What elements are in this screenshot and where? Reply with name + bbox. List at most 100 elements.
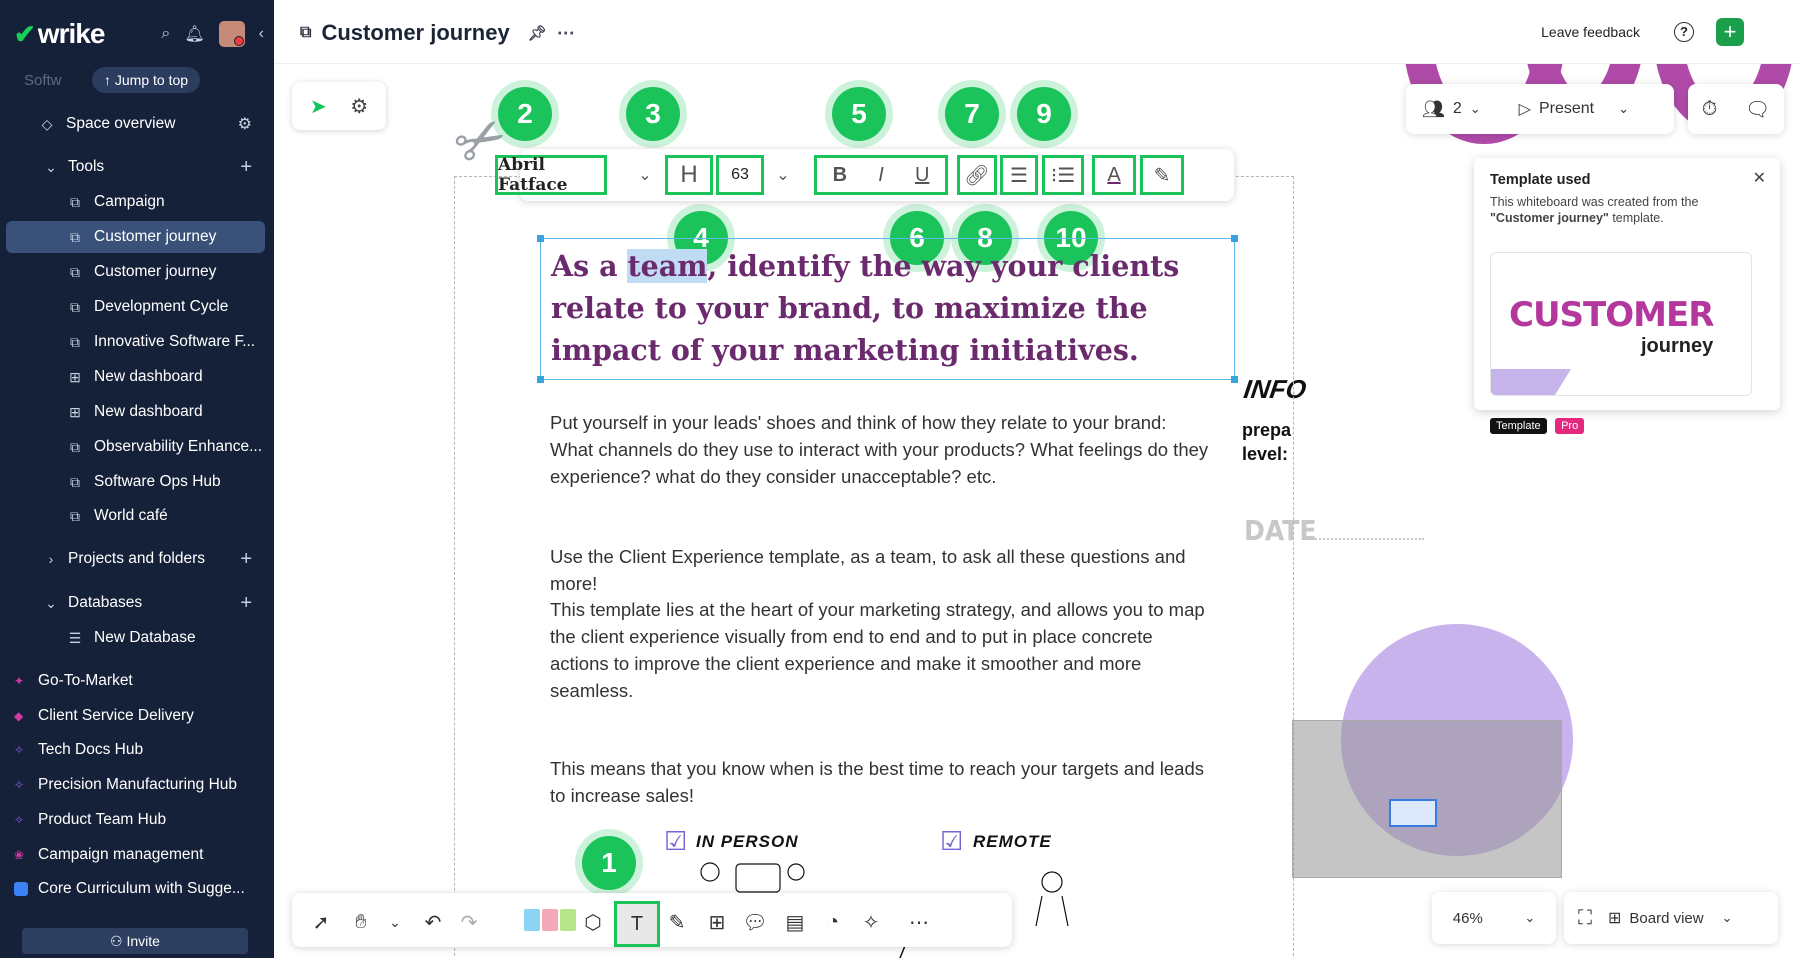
add-icon[interactable]: + xyxy=(240,592,252,615)
sidebar-item-tool[interactable]: ⧉ Innovative Software F... xyxy=(0,326,274,358)
collapse-sidebar-icon[interactable]: ‹ xyxy=(259,25,264,43)
chevron-down-icon[interactable]: ⌄ xyxy=(1470,101,1481,117)
body-paragraph[interactable]: This template lies at the heart of your … xyxy=(550,596,1210,704)
avatar[interactable] xyxy=(218,21,245,47)
underline-button[interactable]: U xyxy=(915,164,929,187)
chart-icon[interactable]: ◔ xyxy=(816,905,850,939)
board-view-button[interactable]: Board view xyxy=(1629,910,1703,927)
sidebar-item-tool-active[interactable]: ⧉ Customer journey xyxy=(6,221,265,253)
chevron-down-icon[interactable]: ⌄ xyxy=(1722,910,1733,926)
page-title[interactable]: Customer journey xyxy=(321,20,509,46)
resize-handle[interactable] xyxy=(1231,376,1238,383)
sidebar-space[interactable]: ✧ Tech Docs Hub xyxy=(0,734,274,766)
resize-handle[interactable] xyxy=(537,376,544,383)
chevron-down-icon[interactable]: ⌄ xyxy=(630,155,660,195)
list-button[interactable]: ⁝☰ xyxy=(1042,155,1084,195)
minimap-viewport[interactable] xyxy=(1389,799,1437,827)
more-tools-icon[interactable]: ⋯ xyxy=(902,905,936,939)
heading-text[interactable]: As a team, identify the way your clients… xyxy=(551,245,1223,371)
select-tool-icon[interactable]: ➚ xyxy=(304,905,338,939)
cursor-arrow-icon[interactable]: ➤ xyxy=(310,94,327,119)
sidebar-space[interactable]: ✦ Go-To-Market xyxy=(0,665,274,697)
align-button[interactable]: ☰ xyxy=(1000,155,1038,195)
present-button[interactable]: Present xyxy=(1539,100,1594,118)
comment-icon[interactable]: 💬︎ xyxy=(738,905,772,939)
add-icon[interactable]: + xyxy=(240,548,252,571)
close-icon[interactable]: ✕ xyxy=(1753,168,1766,188)
dashboard-icon: ⊞ xyxy=(69,368,81,385)
resize-handle[interactable] xyxy=(537,235,544,242)
wrike-logo[interactable]: wrike xyxy=(38,18,106,50)
template-thumbnail[interactable]: CUSTOMER journey xyxy=(1490,252,1752,396)
highlight-button[interactable]: ✎ xyxy=(1140,155,1184,195)
search-icon[interactable]: ⌕ xyxy=(161,25,170,43)
sticky-notes-tool[interactable] xyxy=(524,909,576,931)
font-size-input[interactable]: 63 xyxy=(716,155,764,195)
minimap[interactable] xyxy=(1292,720,1562,878)
jump-to-top-button[interactable]: ↑ Jump to top xyxy=(92,67,201,93)
sidebar-item-tool[interactable]: ⧉ Customer journey xyxy=(0,256,274,288)
sidebar-item-tool[interactable]: ⧉ World café xyxy=(0,500,274,532)
frame-icon[interactable]: ⛶ xyxy=(1578,907,1592,930)
link-button[interactable]: 🔗︎ xyxy=(957,155,997,195)
gear-icon[interactable]: ⚙ xyxy=(350,94,368,119)
sidebar-item-tool[interactable]: ⧉ Campaign xyxy=(0,186,274,218)
bell-icon[interactable]: 🔔︎ xyxy=(184,24,204,44)
create-new-button[interactable]: + xyxy=(1716,18,1744,46)
help-icon[interactable]: ? xyxy=(1674,22,1694,42)
callout-9: 9 xyxy=(1017,87,1071,141)
more-icon[interactable]: ⋯ xyxy=(557,23,575,44)
space-icon: ◆ xyxy=(14,709,24,723)
body-paragraph[interactable]: This means that you know when is the bes… xyxy=(550,755,1210,809)
chevron-down-icon[interactable]: ⌄ xyxy=(1618,101,1629,117)
add-icon[interactable]: + xyxy=(240,156,252,179)
sidebar-item-new-database[interactable]: ☰ New Database xyxy=(0,622,274,654)
invite-button[interactable]: ⚇ Invite xyxy=(22,928,248,954)
sidebar-item-tool[interactable]: ⧉ Observability Enhance... xyxy=(0,431,274,463)
undo-icon[interactable]: ↶ xyxy=(416,905,450,939)
sidebar-item-tools[interactable]: ⌄ Tools + xyxy=(0,151,274,183)
heading-text-box[interactable]: As a team, identify the way your clients… xyxy=(537,235,1238,383)
sidebar-space[interactable]: ✧ Product Team Hub xyxy=(0,804,274,836)
gear-icon[interactable]: ⚙ xyxy=(238,114,252,134)
italic-button[interactable]: I xyxy=(878,164,884,187)
bold-button[interactable]: B xyxy=(833,164,847,187)
table-icon[interactable]: ⊞ xyxy=(700,905,734,939)
redo-icon[interactable]: ↷ xyxy=(452,905,486,939)
chevron-down-icon[interactable]: ⌄ xyxy=(768,155,798,195)
comments-icon[interactable]: 🗨︎ xyxy=(1745,97,1770,122)
pen-icon[interactable]: ✎ xyxy=(660,905,694,939)
sidebar-space[interactable]: ❀ Campaign management xyxy=(0,839,274,871)
body-paragraph[interactable]: Put yourself in your leads' shoes and th… xyxy=(550,409,1210,490)
chevron-down-icon[interactable]: ⌄ xyxy=(378,905,412,939)
people-icon[interactable]: 👥︎ xyxy=(1422,99,1445,120)
ai-sparkle-icon[interactable]: ✧ xyxy=(854,905,888,939)
whiteboard-icon: ⧉ xyxy=(70,473,80,490)
body-paragraph[interactable]: Use the Client Experience template, as a… xyxy=(550,543,1210,597)
task-card-icon[interactable]: ▤ xyxy=(778,905,812,939)
sidebar-item-databases[interactable]: ⌄ Databases + xyxy=(0,587,274,619)
heading-button[interactable]: H xyxy=(665,155,713,195)
sidebar-item-tool[interactable]: ⧉ Software Ops Hub xyxy=(0,466,274,498)
timer-icon[interactable]: ⏱︎ xyxy=(1702,98,1718,121)
people-count[interactable]: 2 xyxy=(1453,100,1462,118)
text-tool-icon[interactable]: T xyxy=(614,901,660,947)
whiteboard-canvas[interactable]: INFO prepa level: DATE ✂ ➤ ⚙ Abril Fatfa… xyxy=(274,64,1800,958)
sidebar-item-tool[interactable]: ⊞ New dashboard xyxy=(0,396,274,428)
sidebar-item-tool[interactable]: ⊞ New dashboard xyxy=(0,361,274,393)
sidebar-item-projects[interactable]: › Projects and folders + xyxy=(0,543,274,575)
shapes-icon[interactable]: ⬡ xyxy=(576,905,610,939)
resize-handle[interactable] xyxy=(1231,235,1238,242)
leave-feedback-link[interactable]: Leave feedback xyxy=(1541,24,1640,40)
font-family-select[interactable]: Abril Fatface xyxy=(495,155,607,195)
sidebar-item-space-overview[interactable]: ◇ Space overview ⚙ xyxy=(0,108,274,140)
hand-tool-icon[interactable]: ✋︎ xyxy=(344,905,378,939)
text-color-button[interactable]: A xyxy=(1092,155,1136,195)
sidebar-space[interactable]: ✧ Precision Manufacturing Hub xyxy=(0,769,274,801)
sidebar-space[interactable]: ◆ Client Service Delivery xyxy=(0,700,274,732)
zoom-control[interactable]: 46% ⌄ xyxy=(1432,892,1556,944)
pin-icon[interactable]: 📌︎ xyxy=(528,24,547,42)
callout-2: 2 xyxy=(498,87,552,141)
sidebar-space[interactable]: Core Curriculum with Sugge... xyxy=(0,873,274,905)
sidebar-item-tool[interactable]: ⧉ Development Cycle xyxy=(0,291,274,323)
